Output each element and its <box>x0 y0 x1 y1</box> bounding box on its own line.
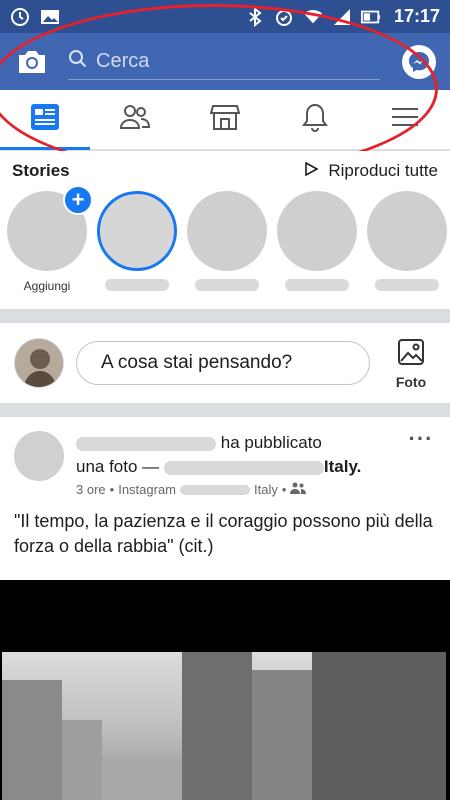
search-input[interactable]: Cerca <box>68 44 380 80</box>
story-avatar <box>367 191 447 271</box>
alarm-clock-icon <box>10 7 30 27</box>
play-icon <box>304 161 320 181</box>
camera-icon[interactable] <box>14 44 50 80</box>
stories-section: Stories Riproduci tutte + Aggiungi <box>0 151 450 309</box>
photo-label: Foto <box>395 373 427 390</box>
bluetooth-icon <box>245 6 265 27</box>
search-icon <box>68 49 88 74</box>
battery-icon <box>360 7 381 27</box>
user-avatar[interactable] <box>14 338 64 388</box>
friends-audience-icon <box>290 482 307 497</box>
story-avatar <box>277 191 357 271</box>
blurred-story-name <box>195 279 259 291</box>
post-location-suffix: Italy <box>254 482 278 497</box>
blurred-story-name <box>285 279 349 291</box>
post-line2-prefix: una foto — <box>76 457 160 476</box>
hamburger-menu-icon <box>391 106 419 133</box>
post-author-avatar[interactable] <box>14 431 64 481</box>
marketplace-icon <box>209 103 241 136</box>
story-item[interactable] <box>97 191 177 293</box>
post-action-text: ha pubblicato <box>220 433 322 452</box>
alarm-icon <box>274 7 294 27</box>
wifi-icon <box>303 7 323 27</box>
post-line2-suffix: Italy. <box>323 457 362 476</box>
post-caption: "Il tempo, la pazienza e il coraggio pos… <box>14 511 433 556</box>
play-all-label: Riproduci tutte <box>328 161 438 180</box>
tab-friends[interactable] <box>90 90 180 149</box>
blurred-place-name[interactable] <box>163 460 324 475</box>
stories-title: Stories <box>12 161 70 180</box>
story-item[interactable] <box>367 191 447 293</box>
post-photo[interactable] <box>0 580 450 800</box>
composer-placeholder: A cosa stai pensando? <box>101 352 293 373</box>
story-avatar <box>187 191 267 271</box>
photo-button[interactable]: Foto <box>386 337 436 390</box>
tab-menu[interactable] <box>360 90 450 149</box>
top-search-bar: Cerca <box>0 33 450 90</box>
section-divider <box>0 403 450 417</box>
feed-post: ha pubblicato una foto — Italy. 3 ore • … <box>0 417 450 580</box>
blurred-story-name <box>105 279 169 291</box>
photo-icon <box>396 337 426 370</box>
story-item[interactable] <box>277 191 357 293</box>
street-photo-image <box>2 652 446 800</box>
messenger-icon[interactable] <box>402 44 436 79</box>
post-header-text: ha pubblicato una foto — Italy. <box>76 431 406 479</box>
story-add[interactable]: + Aggiungi <box>7 185 93 293</box>
story-add-label: Aggiungi <box>23 279 71 293</box>
post-subline: 3 ore • Instagram Italy • <box>76 482 406 497</box>
search-placeholder: Cerca <box>96 49 150 72</box>
play-all-button[interactable]: Riproduci tutte <box>304 161 438 181</box>
post-time[interactable]: 3 ore <box>76 482 106 497</box>
image-icon <box>40 7 60 27</box>
tab-news-feed[interactable] <box>0 90 90 150</box>
news-feed-icon <box>30 103 60 136</box>
section-divider <box>0 309 450 323</box>
tab-marketplace[interactable] <box>180 90 270 149</box>
blurred-location <box>180 484 251 495</box>
blurred-author-name[interactable] <box>76 436 216 451</box>
story-item[interactable] <box>187 191 267 293</box>
bell-icon <box>302 102 328 137</box>
status-bar: 17:17 <box>0 0 450 33</box>
blurred-story-name <box>375 279 439 291</box>
post-more-options-icon[interactable]: ··· <box>406 428 436 497</box>
story-avatar <box>97 191 177 271</box>
clock-time: 17:17 <box>393 6 440 26</box>
tab-notifications[interactable] <box>270 90 360 149</box>
story-avatar: + <box>7 185 93 271</box>
post-composer: A cosa stai pensando? Foto <box>0 323 450 403</box>
signal-icon <box>332 7 352 27</box>
add-story-plus-icon[interactable]: + <box>63 185 93 215</box>
main-tab-bar <box>0 90 450 150</box>
whats-on-your-mind-input[interactable]: A cosa stai pensando? <box>76 341 370 385</box>
post-source: Instagram <box>118 482 177 497</box>
friends-icon <box>119 104 151 135</box>
